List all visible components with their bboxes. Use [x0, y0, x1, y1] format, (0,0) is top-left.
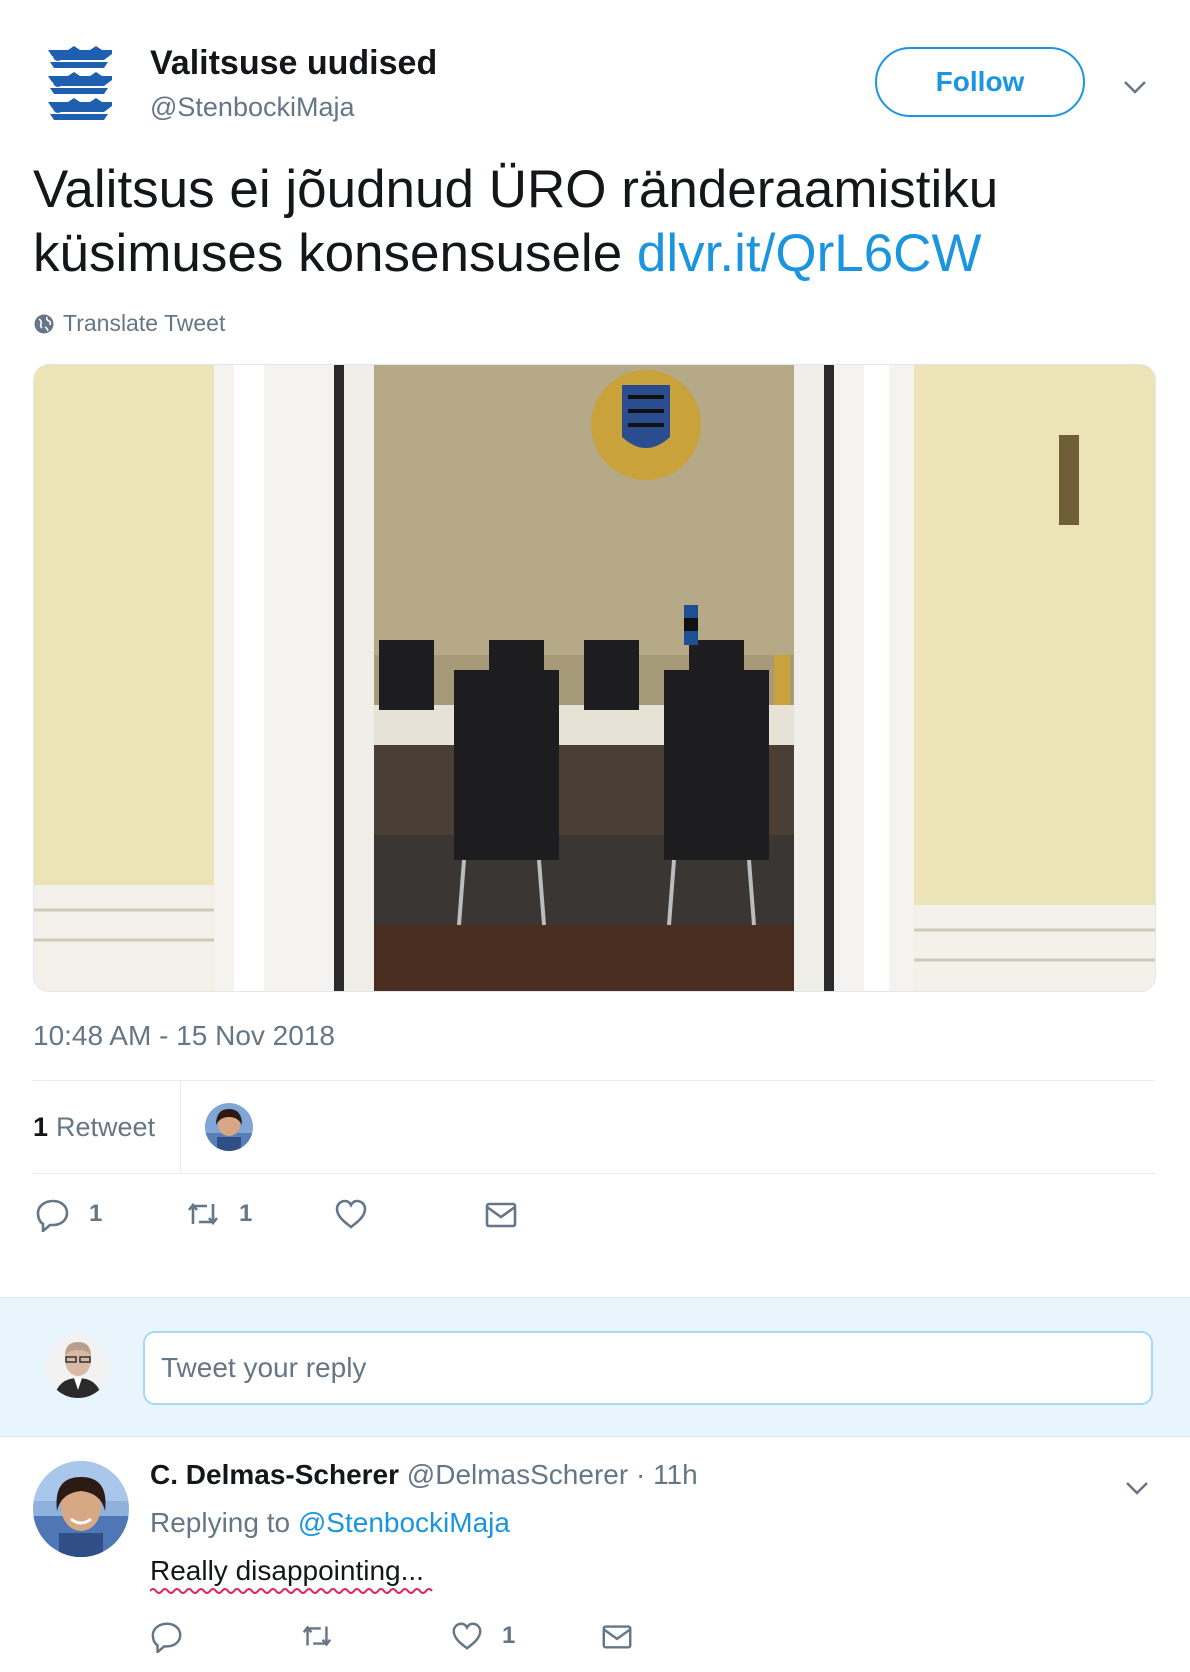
reply-like-action[interactable]: 1	[450, 1619, 515, 1653]
retweet-stat-count: 1	[33, 1111, 49, 1142]
replying-mention[interactable]: @StenbockiMaja	[298, 1507, 510, 1538]
translate-label: Translate Tweet	[63, 310, 226, 336]
reply-action[interactable]: 1	[35, 1196, 102, 1232]
reply-text: Really disappointing...	[150, 1555, 424, 1586]
retweet-icon	[302, 1625, 332, 1647]
spellcheck-underline	[150, 1588, 433, 1594]
reply-author-handle[interactable]: @DelmasScherer	[407, 1459, 628, 1490]
author-name[interactable]: Valitsuse uudised	[150, 44, 437, 83]
author-handle[interactable]: @StenbockiMaja	[150, 92, 355, 123]
reply-input[interactable]: Tweet your reply	[143, 1331, 1153, 1405]
reply-time[interactable]: 11h	[653, 1459, 698, 1490]
globe-icon	[34, 314, 54, 333]
tweet-text: Valitsus ei jõudnud ÜRO ränderaamistiku …	[33, 158, 1153, 286]
heart-icon	[335, 1199, 367, 1229]
chevron-down-icon[interactable]	[1122, 74, 1148, 100]
reply-icon	[36, 1199, 69, 1232]
envelope-icon	[602, 1625, 632, 1649]
retweet-icon	[187, 1202, 219, 1226]
retweet-action[interactable]: 1	[185, 1196, 252, 1232]
retweet-action-count: 1	[239, 1200, 253, 1227]
heart-icon	[452, 1622, 482, 1651]
reply-dm-action[interactable]	[600, 1619, 634, 1653]
tweet-stats: 1 Retweet	[33, 1080, 1155, 1174]
tweet-photo[interactable]	[33, 364, 1156, 992]
dm-action[interactable]	[483, 1196, 519, 1232]
reply-composer: Tweet your reply	[0, 1297, 1190, 1437]
reply-author-avatar[interactable]	[33, 1461, 129, 1557]
tweet-timestamp[interactable]: 10:48 AM - 15 Nov 2018	[33, 1020, 335, 1052]
replying-to: Replying to @StenbockiMaja	[150, 1507, 510, 1539]
tweet: Valitsuse uudised @StenbockiMaja Follow …	[0, 0, 1190, 1297]
reply-author-name[interactable]: C. Delmas-Scherer	[150, 1459, 399, 1490]
reply-count: 1	[89, 1200, 103, 1227]
reply-reply-action[interactable]	[150, 1619, 184, 1653]
envelope-icon	[485, 1202, 517, 1228]
retweet-stat-label: Retweet	[56, 1111, 156, 1142]
estonia-crest-icon[interactable]	[44, 44, 116, 130]
reply-retweet-action[interactable]	[300, 1619, 334, 1653]
current-user-avatar[interactable]	[46, 1334, 110, 1398]
tweet-link[interactable]: dlvr.it/QrL6CW	[637, 224, 982, 283]
follow-button[interactable]: Follow	[875, 47, 1085, 117]
chevron-down-icon[interactable]	[1124, 1475, 1150, 1501]
reply-header: C. Delmas-Scherer @DelmasScherer · 11h	[150, 1459, 698, 1491]
translate-tweet[interactable]: Translate Tweet	[33, 310, 225, 337]
like-action[interactable]	[333, 1196, 369, 1232]
reply-tweet: C. Delmas-Scherer @DelmasScherer · 11h R…	[0, 1437, 1190, 1672]
reply-separator: ·	[635, 1459, 646, 1490]
replying-prefix: Replying to	[150, 1507, 291, 1538]
reply-like-count: 1	[502, 1622, 516, 1649]
retweet-stat[interactable]: 1 Retweet	[33, 1081, 181, 1173]
reply-icon	[151, 1622, 182, 1653]
retweeter-avatar[interactable]	[205, 1103, 253, 1151]
